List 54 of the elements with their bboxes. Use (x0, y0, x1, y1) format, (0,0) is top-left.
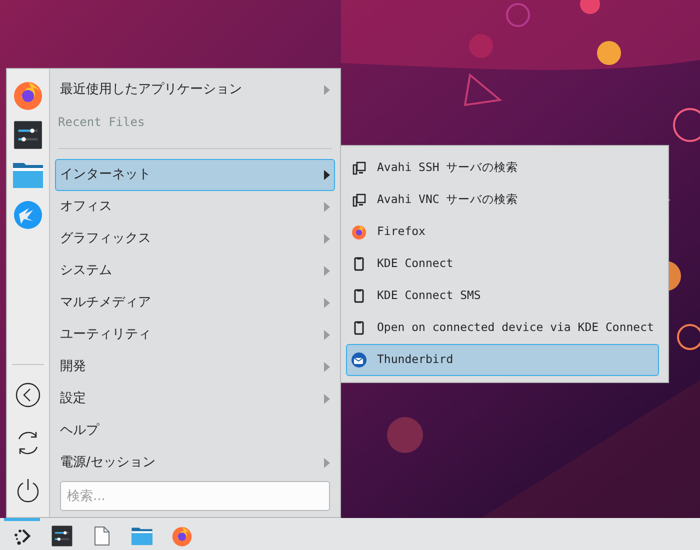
submenu-item[interactable]: Avahi VNC サーバの検索 (346, 184, 659, 216)
firefox-icon (351, 224, 367, 240)
menu-item-label: Firefox (377, 223, 426, 240)
menu-item[interactable]: 開発 (55, 351, 335, 383)
menu-item[interactable]: 電源/セッション (55, 447, 335, 479)
menu-item[interactable]: グラフィックス (55, 223, 335, 255)
menu-item-label: Avahi SSH サーバの検索 (377, 159, 518, 176)
firefox-icon (12, 79, 44, 111)
favorite-button[interactable] (12, 119, 44, 151)
phone-icon (354, 321, 364, 335)
menu-item-label: Avahi VNC サーバの検索 (377, 191, 518, 208)
submenu-arrow-icon (324, 362, 330, 372)
sliders-icon (51, 524, 73, 546)
phone-icon (354, 289, 364, 303)
menu-item[interactable]: マルチメディア (55, 287, 335, 319)
section-header: Recent Files (58, 114, 145, 131)
menu-item-label: Open on connected device via KDE Connect (377, 319, 654, 336)
submenu-arrow-icon (324, 85, 330, 95)
menu-item[interactable]: オフィス (55, 191, 335, 223)
submenu-arrow-icon (324, 202, 330, 212)
network-computer-icon (352, 193, 366, 207)
network-computer-icon (352, 161, 366, 175)
submenu-item[interactable]: Firefox (346, 216, 659, 248)
menu-item[interactable]: 最近使用したアプリケーション (55, 74, 335, 106)
submenu-arrow-icon (324, 234, 330, 244)
submenu-item[interactable]: Avahi SSH サーバの検索 (346, 152, 659, 184)
submenu-item[interactable]: KDE Connect SMS (346, 280, 659, 312)
submenu-arrow-icon (324, 458, 330, 468)
submenu-item[interactable]: Thunderbird (346, 344, 659, 376)
menu-item-label: KDE Connect SMS (377, 287, 481, 304)
menu-item[interactable]: ユーティリティ (55, 319, 335, 351)
menu-item-label: KDE Connect (377, 255, 454, 272)
menu-item-label: Thunderbird (377, 351, 454, 368)
back-icon (15, 382, 41, 408)
submenu-item[interactable]: Open on connected device via KDE Connect (346, 312, 659, 344)
menu-item[interactable]: システム (55, 255, 335, 287)
submenu-arrow-icon (324, 170, 330, 180)
power-icon (15, 478, 41, 504)
menu-item[interactable]: ヘルプ (55, 415, 335, 447)
bird-icon (13, 200, 43, 230)
submenu-arrow-icon (324, 394, 330, 404)
submenu-arrow-icon (324, 266, 330, 276)
phone-icon (354, 257, 364, 271)
submenu-arrow-icon (324, 330, 330, 340)
launcher-icon (13, 526, 31, 544)
search-field[interactable]: 検索... (60, 481, 330, 511)
thunderbird-icon (351, 352, 367, 368)
menu-item[interactable]: 設定 (55, 383, 335, 415)
document-icon (94, 526, 110, 546)
sliders-icon (13, 120, 43, 150)
menu-item[interactable]: インターネット (55, 159, 335, 191)
submenu-item[interactable]: KDE Connect (346, 248, 659, 280)
firefox-icon (171, 524, 193, 546)
submenu-arrow-icon (324, 298, 330, 308)
